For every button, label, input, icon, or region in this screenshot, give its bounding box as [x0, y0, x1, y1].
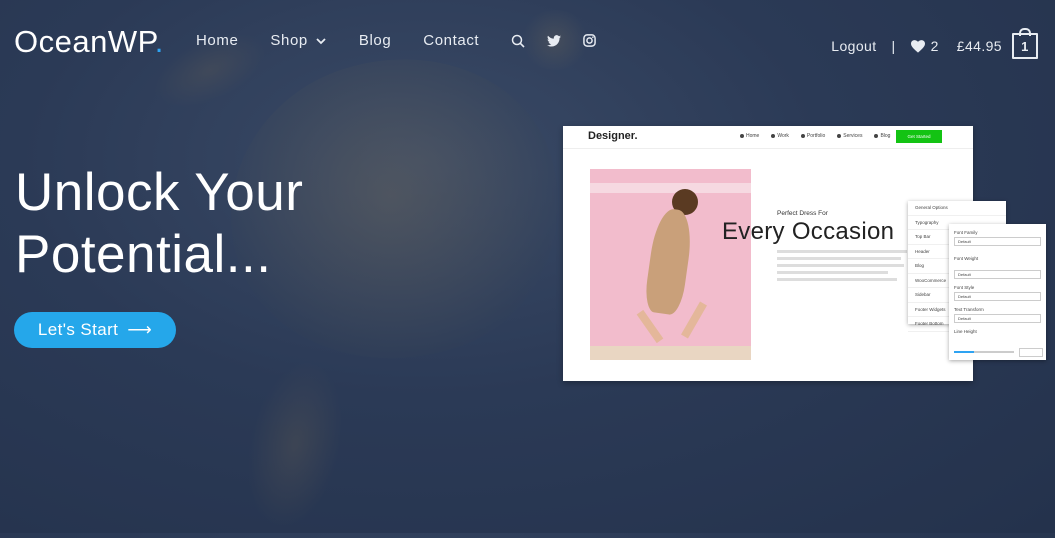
site-logo[interactable]: OceanWP. [14, 24, 164, 60]
cart-count: 1 [1021, 38, 1029, 54]
preview-typography-panel: Font Family Default Font Weight Default … [949, 224, 1046, 360]
preview-model-photo [590, 169, 751, 360]
search-icon[interactable] [511, 34, 525, 48]
nav-blog[interactable]: Blog [359, 32, 391, 49]
preview-subtitle: Perfect Dress For [777, 210, 828, 217]
typography-field-label: Font Style [954, 285, 975, 290]
hero-title-line1: Unlock Your [15, 163, 304, 222]
typography-line-height-label: Line Height [954, 329, 977, 334]
preview-header: Designer. Home Work Portfolio Services B… [563, 126, 973, 149]
main-nav: Home Shop Blog Contact [196, 32, 618, 49]
preview-nav-item: Services [837, 133, 862, 139]
logo-dot: . [154, 24, 164, 59]
line-height-slider [954, 351, 1014, 353]
typography-field-label: Text Transform [954, 307, 984, 312]
preview-body-text [777, 250, 907, 285]
instagram-icon[interactable] [583, 34, 597, 47]
typography-field-label: Font Family [954, 230, 978, 235]
wishlist-link[interactable]: 2 [910, 38, 939, 54]
nav-shop-label: Shop [270, 32, 308, 49]
logo-text: OceanWP [14, 24, 155, 59]
typography-field-select: Default [954, 292, 1041, 301]
preview-nav: Home Work Portfolio Services Blog [740, 133, 902, 139]
lets-start-button[interactable]: Let's Start ⟶ [14, 312, 176, 348]
typography-field-select: Default [954, 314, 1041, 323]
cart-total[interactable]: £44.95 [957, 38, 1002, 54]
preview-nav-item: Blog [874, 133, 890, 139]
logout-link[interactable]: Logout [831, 38, 876, 54]
line-height-input [1019, 348, 1043, 357]
background-turtle-flipper [233, 352, 357, 538]
preview-get-started-button: Get Started [896, 130, 942, 143]
hero-title-line2: Potential... [15, 225, 272, 284]
cart-bag-icon[interactable]: 1 [1012, 28, 1038, 59]
nav-home[interactable]: Home [196, 32, 238, 49]
nav-contact[interactable]: Contact [423, 32, 479, 49]
typography-field-select: Default [954, 237, 1041, 246]
hero-title: Unlock Your Potential... [15, 162, 303, 286]
preview-nav-item: Work [771, 133, 789, 139]
typography-field-select: Default [954, 270, 1041, 279]
heart-icon [910, 39, 925, 53]
preview-nav-item: Portfolio [800, 133, 825, 139]
preview-nav-item: Home [740, 133, 759, 139]
cta-label: Let's Start [37, 320, 119, 339]
chevron-down-icon [316, 37, 326, 44]
preview-headline: Every Occasion [722, 218, 895, 245]
twitter-icon[interactable] [547, 34, 562, 47]
header-separator: | [891, 38, 896, 54]
typography-field-label: Font Weight [954, 256, 979, 261]
nav-shop[interactable]: Shop [270, 32, 326, 49]
customizer-menu-item: General Options [908, 201, 1006, 216]
preview-logo: Designer. [588, 130, 638, 142]
header-account-area: Logout | 2 £44.95 1 [831, 28, 1038, 59]
wishlist-count: 2 [930, 38, 939, 54]
arrow-right-icon: ⟶ [127, 320, 153, 339]
